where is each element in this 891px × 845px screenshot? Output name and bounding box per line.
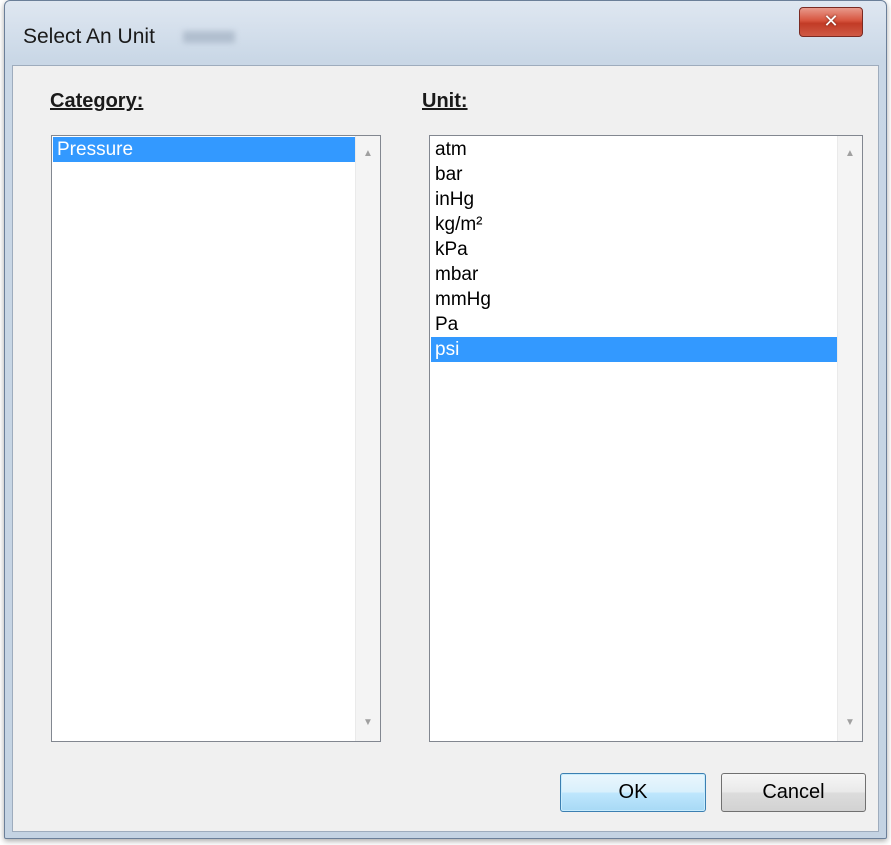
dialog-body: Category: Unit: Pressure ▲ ▼ atm bar inHg k… xyxy=(12,65,879,832)
list-item[interactable]: kg/m² xyxy=(431,212,837,237)
select-unit-dialog: Select An Unit ✕ Category: Unit: Pressur… xyxy=(4,0,887,839)
unit-list: atm bar inHg kg/m² kPa mbar mmHg Pa psi xyxy=(431,137,837,362)
list-item[interactable]: mmHg xyxy=(431,287,837,312)
list-item[interactable]: bar xyxy=(431,162,837,187)
scroll-down-icon[interactable]: ▼ xyxy=(838,713,862,733)
close-icon: ✕ xyxy=(823,11,839,31)
category-list: Pressure xyxy=(53,137,355,162)
list-item[interactable]: Pa xyxy=(431,312,837,337)
list-item[interactable]: mbar xyxy=(431,262,837,287)
title-bar[interactable]: Select An Unit ✕ xyxy=(5,1,886,65)
scroll-up-icon[interactable]: ▲ xyxy=(356,144,380,164)
ok-button[interactable]: OK xyxy=(560,773,706,812)
close-button[interactable]: ✕ xyxy=(799,7,863,37)
unit-listbox[interactable]: atm bar inHg kg/m² kPa mbar mmHg Pa psi ▲ ▼ xyxy=(429,135,863,742)
category-label: Category: xyxy=(50,90,144,112)
cancel-button[interactable]: Cancel xyxy=(721,773,866,812)
category-scrollbar[interactable]: ▲ ▼ xyxy=(355,136,380,741)
unit-label: Unit: xyxy=(422,90,468,112)
title-obscured-region xyxy=(183,31,235,43)
list-item[interactable]: inHg xyxy=(431,187,837,212)
unit-scrollbar[interactable]: ▲ ▼ xyxy=(837,136,862,741)
category-listbox[interactable]: Pressure ▲ ▼ xyxy=(51,135,381,742)
list-item[interactable]: atm xyxy=(431,137,837,162)
list-item[interactable]: kPa xyxy=(431,237,837,262)
scroll-down-icon[interactable]: ▼ xyxy=(356,713,380,733)
window-title: Select An Unit xyxy=(23,25,155,48)
list-item[interactable]: psi xyxy=(431,337,837,362)
scroll-up-icon[interactable]: ▲ xyxy=(838,144,862,164)
list-item[interactable]: Pressure xyxy=(53,137,355,162)
